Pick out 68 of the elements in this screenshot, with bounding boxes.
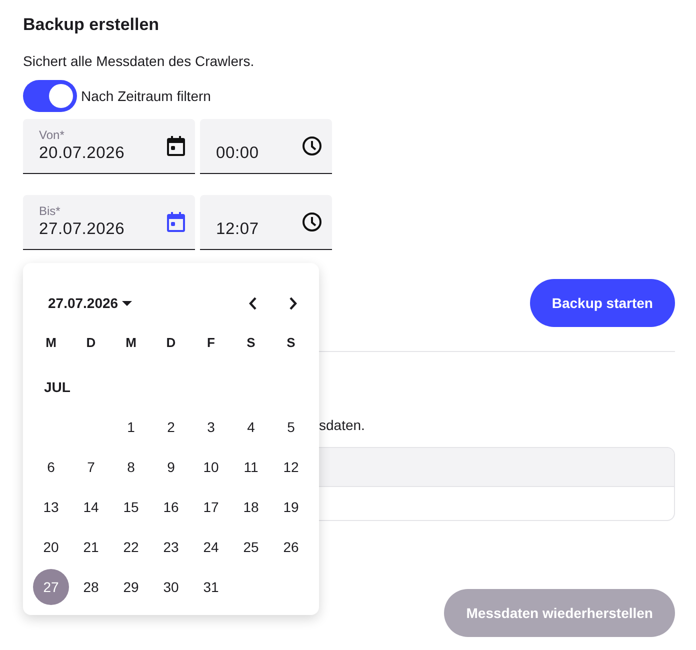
date-field[interactable]: Von* 20.07.2026 xyxy=(23,119,195,174)
calendar-day[interactable]: 14 xyxy=(73,489,109,525)
calendar-day[interactable]: 20 xyxy=(33,529,69,565)
chevron-left-icon xyxy=(249,296,257,310)
calendar-day[interactable]: 21 xyxy=(73,529,109,565)
calendar-icon xyxy=(167,136,185,156)
switch-label: Nach Zeitraum filtern xyxy=(81,88,211,104)
calendar-day[interactable]: 23 xyxy=(153,529,189,565)
calendar-day[interactable]: 12 xyxy=(273,449,309,485)
clock-button[interactable] xyxy=(302,212,322,232)
calendar-day[interactable]: 10 xyxy=(193,449,229,485)
time-value: 00:00 xyxy=(216,144,259,162)
month-year-button[interactable]: 27.07.2026 xyxy=(48,295,132,311)
calendar-day[interactable]: 6 xyxy=(33,449,69,485)
calendar-icon xyxy=(167,212,185,232)
calendar-day[interactable]: 8 xyxy=(113,449,149,485)
restore-description: sdaten. xyxy=(319,416,366,434)
calendar-day[interactable]: 2 xyxy=(153,409,189,445)
chevron-right-icon xyxy=(289,296,297,310)
calendar-day[interactable]: 15 xyxy=(113,489,149,525)
next-month-button[interactable] xyxy=(289,296,297,310)
calendar-day[interactable]: 28 xyxy=(73,569,109,605)
calendar-day[interactable]: 18 xyxy=(233,489,269,525)
weekday-label: M xyxy=(124,334,138,352)
previous-month-button[interactable] xyxy=(249,296,257,310)
clock-icon xyxy=(302,212,322,232)
calendar-day[interactable]: 26 xyxy=(273,529,309,565)
calendar-day[interactable]: 25 xyxy=(233,529,269,565)
calendar-day[interactable]: 24 xyxy=(193,529,229,565)
calendar-day[interactable]: 17 xyxy=(193,489,229,525)
calendar-day[interactable]: 1 xyxy=(113,409,149,445)
clock-button[interactable] xyxy=(302,136,322,156)
calendar-day[interactable]: 4 xyxy=(233,409,269,445)
section-description: Sichert alle Messdaten des Crawlers. xyxy=(23,52,256,70)
field-label: Von* xyxy=(39,128,66,142)
calendar-day[interactable]: 11 xyxy=(233,449,269,485)
section-title: Backup erstellen xyxy=(23,14,160,36)
weekday-label: D xyxy=(165,334,177,352)
calendar-day[interactable]: 5 xyxy=(273,409,309,445)
caret-icon xyxy=(122,300,132,306)
calendar-day[interactable]: 27 xyxy=(33,569,69,605)
calendar-day[interactable]: 16 xyxy=(153,489,189,525)
weekday-label: M xyxy=(44,334,58,352)
calendar-day[interactable]: 19 xyxy=(273,489,309,525)
date-field[interactable]: Bis* 27.07.2026 xyxy=(23,195,195,250)
field-label: Bis* xyxy=(39,204,62,218)
calendar-day[interactable]: 31 xyxy=(193,569,229,605)
calendar-day[interactable]: 22 xyxy=(113,529,149,565)
calendar-day[interactable]: 30 xyxy=(153,569,189,605)
month-label: JUL xyxy=(43,378,72,397)
date-value: 27.07.2026 xyxy=(39,219,125,240)
calendar-button[interactable] xyxy=(167,136,185,156)
calendar-day[interactable]: 3 xyxy=(193,409,229,445)
start-backup-button[interactable]: Backup starten xyxy=(530,279,675,327)
time-value: 12:07 xyxy=(216,220,259,238)
clock-icon xyxy=(302,136,322,156)
filter-switch[interactable] xyxy=(23,80,77,112)
weekday-label: S xyxy=(246,334,256,352)
time-field[interactable]: 12:07 xyxy=(200,195,332,250)
calendar-day[interactable]: 9 xyxy=(153,449,189,485)
calendar-day[interactable]: 13 xyxy=(33,489,69,525)
time-field[interactable]: 00:00 xyxy=(200,119,332,174)
calendar-day[interactable]: 7 xyxy=(73,449,109,485)
weekday-label: D xyxy=(85,334,97,352)
calendar-day[interactable]: 29 xyxy=(113,569,149,605)
weekday-label: S xyxy=(286,334,296,352)
weekday-label: F xyxy=(206,334,216,352)
date-value: 20.07.2026 xyxy=(39,143,125,164)
